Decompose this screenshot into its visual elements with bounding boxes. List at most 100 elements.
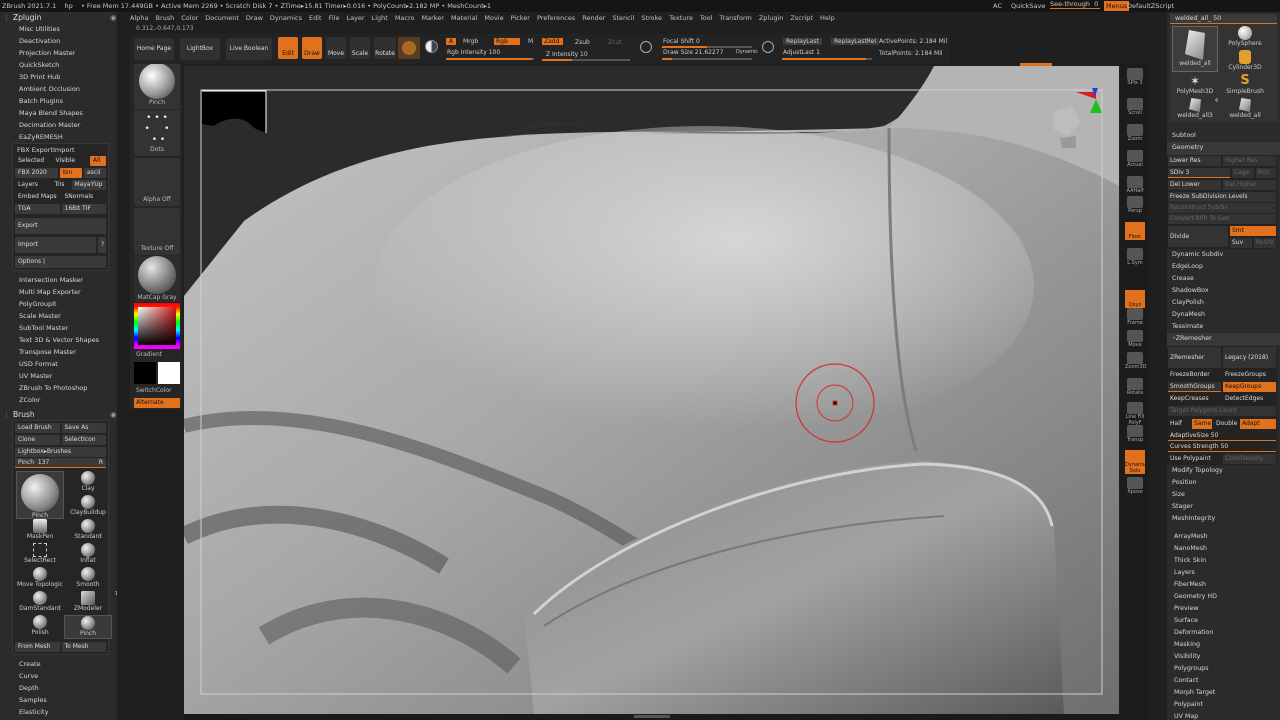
stroke-thumb[interactable]: • • • • • • • Dots bbox=[134, 110, 180, 156]
convert-bpr-button[interactable]: Convert BPR To Geo bbox=[1168, 214, 1276, 224]
same-button[interactable]: Same bbox=[1192, 419, 1212, 429]
zplugin-item-zcolor[interactable]: ZColor bbox=[0, 394, 117, 406]
brush-standard[interactable]: Standard bbox=[64, 519, 112, 543]
rp-claypolish[interactable]: ClayPolish bbox=[1167, 297, 1280, 309]
menu-light[interactable]: Light bbox=[372, 14, 388, 22]
menu-material[interactable]: Material bbox=[451, 14, 477, 22]
rp-nanomesh[interactable]: NanoMesh bbox=[1167, 543, 1280, 555]
tray-handle-icon[interactable] bbox=[634, 715, 670, 718]
zplugin-item-misc-utilities[interactable]: Misc Utilities bbox=[0, 23, 117, 35]
suv-toggle[interactable]: Suv bbox=[1230, 238, 1252, 248]
adapt-button[interactable]: Adapt bbox=[1240, 419, 1276, 429]
home-page-button[interactable]: Home Page bbox=[134, 38, 174, 60]
shelf-move[interactable]: Move bbox=[1125, 330, 1145, 348]
zplugin-item-multi-map-exporter[interactable]: Multi Map Exporter bbox=[0, 286, 117, 298]
mayayup-toggle[interactable]: MayaYUp bbox=[71, 180, 106, 190]
menus-button[interactable]: Menus bbox=[1104, 1, 1130, 11]
menu-render[interactable]: Render bbox=[582, 14, 605, 22]
tif-select[interactable]: 16Bit TIF bbox=[61, 204, 106, 214]
save-as-button[interactable]: Save As bbox=[61, 423, 106, 433]
menu-stroke[interactable]: Stroke bbox=[641, 14, 662, 22]
pin-icon[interactable]: ◉ bbox=[110, 409, 117, 420]
zcut-button[interactable]: Zcut bbox=[608, 39, 622, 46]
shelf-xpose[interactable]: Xpose bbox=[1125, 477, 1145, 495]
fbx2020-select[interactable]: FBX 2020 bbox=[15, 168, 58, 178]
zplugin-item-ambient-occlusion[interactable]: Ambient Occlusion bbox=[0, 83, 117, 95]
menu-tool[interactable]: Tool bbox=[700, 14, 713, 22]
divide-button[interactable]: Divide bbox=[1168, 226, 1228, 247]
zplugin-item-3d-print-hub[interactable]: 3D Print Hub bbox=[0, 71, 117, 83]
pin-icon[interactable]: ◉ bbox=[110, 12, 117, 23]
material-sphere-button[interactable] bbox=[398, 37, 420, 59]
rp-crease[interactable]: Crease bbox=[1167, 273, 1280, 285]
snormals-toggle[interactable]: SNormals bbox=[62, 192, 107, 202]
menu-layer[interactable]: Layer bbox=[346, 14, 364, 22]
quicksave-button[interactable]: QuickSave bbox=[1011, 0, 1045, 12]
menu-marker[interactable]: Marker bbox=[421, 14, 443, 22]
zplugin-item-deactivation[interactable]: Deactivation bbox=[0, 35, 117, 47]
rp-edgeloop[interactable]: EdgeLoop bbox=[1167, 261, 1280, 273]
rp-dynamic-subdiv[interactable]: Dynamic Subdiv bbox=[1167, 249, 1280, 261]
live-boolean-button[interactable]: Live Boolean bbox=[226, 38, 272, 60]
colordensity-slider[interactable]: ColorDensity bbox=[1223, 454, 1276, 464]
brush-move-topologic[interactable]: Move Topologic bbox=[16, 567, 64, 591]
geometry-header[interactable]: Geometry bbox=[1167, 142, 1280, 154]
use-polypaint-toggle[interactable]: Use Polypaint bbox=[1168, 454, 1221, 464]
rp-tessimate[interactable]: Tessimate bbox=[1167, 321, 1280, 333]
load-brush-button[interactable]: Load Brush bbox=[15, 423, 60, 433]
rp-visibility[interactable]: Visibility bbox=[1167, 651, 1280, 663]
rp-dynamesh[interactable]: DynaMesh bbox=[1167, 309, 1280, 321]
edit-button[interactable]: Edit bbox=[278, 37, 298, 59]
rp-surface[interactable]: Surface bbox=[1167, 615, 1280, 627]
menu-draw[interactable]: Draw bbox=[246, 14, 263, 22]
reluv-toggle[interactable]: RelUV bbox=[1254, 238, 1276, 248]
brush-smooth[interactable]: Smooth bbox=[64, 567, 112, 591]
brush-damstandard[interactable]: DamStandard bbox=[16, 591, 64, 615]
defaultzscript-button[interactable]: DefaultZScript bbox=[1127, 0, 1174, 12]
brush-subpalette-curve[interactable]: Curve bbox=[0, 670, 117, 682]
rgb-intensity-slider[interactable]: Rgb Intensity 100 bbox=[447, 49, 500, 56]
thumb-welded-all[interactable]: welded_all bbox=[1172, 26, 1218, 72]
secondary-color-swatch[interactable] bbox=[158, 362, 180, 384]
zsub-button[interactable]: Zsub bbox=[575, 39, 590, 46]
zplugin-item-quicksketch[interactable]: QuickSketch bbox=[0, 59, 117, 71]
zplugin-item-zbrush-to-photoshop[interactable]: ZBrush To Photoshop bbox=[0, 382, 117, 394]
draw-button[interactable]: Draw bbox=[302, 37, 322, 59]
brush-polish[interactable]: Polish bbox=[16, 615, 64, 639]
menu-document[interactable]: Document bbox=[205, 14, 239, 22]
layers-toggle[interactable]: Layers bbox=[15, 180, 50, 190]
help-button[interactable]: ? bbox=[98, 237, 106, 253]
rp-thick-skin[interactable]: Thick Skin bbox=[1167, 555, 1280, 567]
from-mesh-button[interactable]: From Mesh bbox=[15, 642, 60, 652]
bin-button[interactable]: bin bbox=[60, 168, 82, 178]
lower-res-button[interactable]: Lower Res bbox=[1168, 156, 1221, 166]
menu-movie[interactable]: Movie bbox=[484, 14, 503, 22]
menu-help[interactable]: Help bbox=[820, 14, 835, 22]
menu-preferences[interactable]: Preferences bbox=[537, 14, 575, 22]
brush-subpalette-depth[interactable]: Depth bbox=[0, 682, 117, 694]
brush-pinch[interactable]: Pinch bbox=[64, 615, 112, 639]
alpha-thumb[interactable]: Alpha Off bbox=[134, 158, 180, 206]
reconstruct-subdiv-button[interactable]: Reconstruct Subdiv bbox=[1168, 203, 1276, 213]
shelf-line-fill-polyf[interactable]: Line Fill PolyF bbox=[1125, 402, 1145, 426]
zplugin-item-maya-blend-shapes[interactable]: Maya Blend Shapes bbox=[0, 107, 117, 119]
curves-strength-slider[interactable]: Curves Strength 50 bbox=[1168, 442, 1276, 452]
keepcreases-toggle[interactable]: KeepCreases bbox=[1168, 394, 1221, 404]
pinch-slider[interactable]: Pinch 137 R bbox=[15, 458, 106, 468]
texture-thumb[interactable]: Texture Off bbox=[134, 208, 180, 255]
menu-stencil[interactable]: Stencil bbox=[612, 14, 634, 22]
zplugin-item-scale-master[interactable]: Scale Master bbox=[0, 310, 117, 322]
zadd-button[interactable]: Zadd bbox=[542, 38, 564, 45]
shelf-l-sym[interactable]: L.Sym bbox=[1125, 248, 1145, 266]
menu-texture[interactable]: Texture bbox=[669, 14, 693, 22]
adaptivesize-slider[interactable]: AdaptiveSize 50 bbox=[1168, 431, 1276, 441]
menu-dynamics[interactable]: Dynamics bbox=[270, 14, 302, 22]
shelf-actual[interactable]: Actual bbox=[1125, 150, 1145, 168]
rp-meshintegrity[interactable]: MeshIntegrity bbox=[1167, 513, 1280, 525]
rp-modify-topology[interactable]: Modify Topology bbox=[1167, 465, 1280, 477]
detectedges-toggle[interactable]: DetectEdges bbox=[1223, 394, 1276, 404]
rstr-button[interactable]: Rstr bbox=[1256, 168, 1276, 178]
shelf-transp[interactable]: Transp bbox=[1125, 425, 1145, 443]
zplugin-item-polygroupit[interactable]: PolyGroupIt bbox=[0, 298, 117, 310]
zplugin-item-decimation-master[interactable]: Decimation Master bbox=[0, 119, 117, 131]
